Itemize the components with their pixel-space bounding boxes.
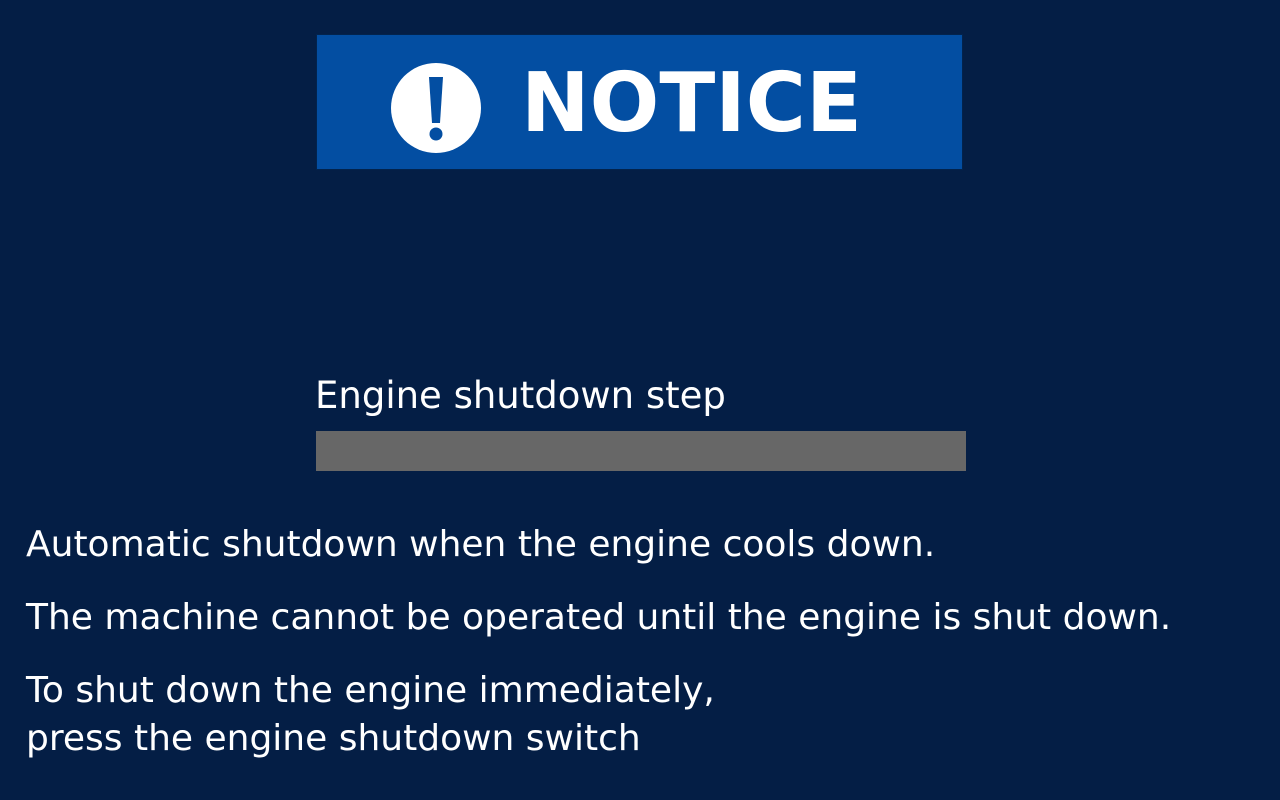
notice-banner: NOTICE (316, 34, 963, 170)
message-auto-shutdown: Automatic shutdown when the engine cools… (26, 524, 936, 565)
notice-title: NOTICE (521, 56, 862, 151)
message-shutdown-immediately: To shut down the engine immediately, (26, 670, 715, 711)
shutdown-step-label: Engine shutdown step (315, 374, 726, 417)
message-cannot-operate: The machine cannot be operated until the… (26, 597, 1172, 638)
shutdown-progress-bar (316, 431, 966, 471)
exclamation-circle-icon (391, 63, 481, 153)
message-press-switch: press the engine shutdown switch (26, 718, 641, 759)
